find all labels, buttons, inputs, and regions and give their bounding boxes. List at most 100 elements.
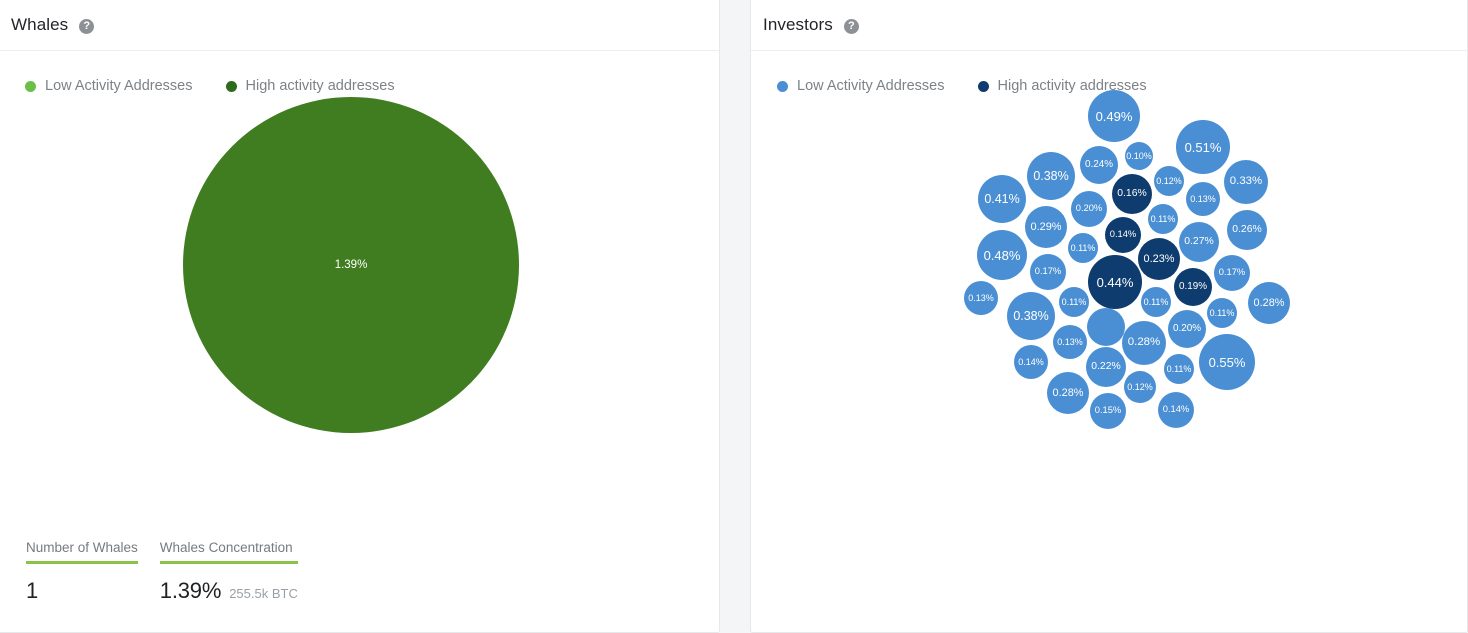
bubble-chart-canvas: 0.49% 0.51% 0.24% 0.10% 0.38% 0.12% 0.33% 0.41%…: [751, 94, 1467, 494]
bubble-label: 0.24%: [1085, 160, 1113, 170]
legend-item-high-activity[interactable]: High activity addresses: [226, 78, 395, 94]
whales-panel-header: Whales ?: [0, 0, 719, 51]
bubble[interactable]: 0.13%: [964, 281, 998, 315]
bubble-label: 0.41%: [984, 193, 1019, 205]
bubble-label: 0.26%: [1232, 225, 1261, 235]
bubble[interactable]: 0.11%: [1141, 287, 1171, 317]
whales-pie-chart: 1.39%: [0, 94, 719, 494]
bubble[interactable]: 0.14%: [1158, 392, 1194, 428]
legend-item-low-activity[interactable]: Low Activity Addresses: [25, 78, 193, 94]
legend-dot-low-activity: [25, 81, 36, 92]
bubble[interactable]: 0.29%: [1025, 206, 1067, 248]
bubble-label: 0.11%: [1151, 215, 1176, 224]
bubble[interactable]: 0.24%: [1080, 146, 1118, 184]
bubble-label: 0.20%: [1076, 204, 1103, 213]
bubble[interactable]: 0.14%: [1014, 345, 1048, 379]
bubble[interactable]: 0.17%: [1214, 255, 1250, 291]
bubble[interactable]: 0.20%: [1168, 310, 1206, 348]
bubble[interactable]: 0.14%: [1105, 217, 1141, 253]
bubble[interactable]: 0.16%: [1112, 174, 1152, 214]
bubble-label: 0.38%: [1033, 170, 1068, 182]
bubble-label: 0.13%: [1057, 338, 1083, 347]
bubble-label: 0.12%: [1156, 177, 1182, 186]
bubble-label: 0.12%: [1127, 383, 1153, 392]
bubble[interactable]: [1087, 308, 1125, 346]
page-title: Whales: [11, 15, 68, 35]
legend-dot-low-activity: [777, 81, 788, 92]
investors-panel: Investors ? Low Activity Addresses High …: [750, 0, 1468, 633]
stat-value: 1.39%: [160, 578, 221, 604]
stat-value-row: 1: [26, 578, 138, 604]
whales-panel: Whales ? Low Activity Addresses High act…: [0, 0, 720, 633]
bubble[interactable]: 0.13%: [1053, 325, 1087, 359]
bubble[interactable]: 0.44%: [1088, 255, 1142, 309]
bubble[interactable]: 0.19%: [1174, 268, 1212, 306]
bubble[interactable]: 0.48%: [977, 230, 1027, 280]
bubble-label: 0.11%: [1167, 365, 1192, 374]
bubble[interactable]: 0.26%: [1227, 210, 1267, 250]
bubble[interactable]: 0.11%: [1164, 354, 1194, 384]
bubble[interactable]: 0.51%: [1176, 120, 1230, 174]
bubble[interactable]: 0.28%: [1122, 321, 1166, 365]
stat-label: Whales Concentration: [160, 540, 298, 564]
bubble-label: 0.11%: [1210, 309, 1235, 318]
bubble[interactable]: 0.12%: [1124, 371, 1156, 403]
bubble[interactable]: 0.11%: [1207, 298, 1237, 328]
bubble[interactable]: 0.38%: [1027, 152, 1075, 200]
bubble[interactable]: 0.12%: [1154, 166, 1184, 196]
whales-legend: Low Activity Addresses High activity add…: [0, 51, 719, 94]
bubble-label: 0.38%: [1013, 310, 1048, 322]
bubble[interactable]: 0.15%: [1090, 393, 1126, 429]
bubble[interactable]: 0.10%: [1125, 142, 1153, 170]
bubble[interactable]: 0.23%: [1138, 238, 1180, 280]
bubble-label: 0.11%: [1071, 244, 1096, 253]
whales-stats: Number of Whales 1 Whales Concentration …: [26, 540, 320, 604]
legend-item-low-activity[interactable]: Low Activity Addresses: [777, 78, 945, 94]
bubble-label: 0.29%: [1031, 222, 1062, 233]
stat-value: 1: [26, 578, 38, 604]
legend-dot-high-activity: [226, 81, 237, 92]
bubble-label: 0.20%: [1173, 324, 1201, 334]
bubble[interactable]: 0.38%: [1007, 292, 1055, 340]
bubble[interactable]: 0.20%: [1071, 191, 1107, 227]
bubble[interactable]: 0.28%: [1248, 282, 1290, 324]
stat-label: Number of Whales: [26, 540, 138, 564]
bubble-label: 0.27%: [1184, 237, 1213, 247]
pie-slice[interactable]: 1.39%: [183, 97, 519, 433]
stat-subvalue: 255.5k BTC: [229, 586, 298, 601]
bubble-label: 0.28%: [1254, 298, 1285, 309]
stat-number-of-whales: Number of Whales 1: [26, 540, 138, 604]
legend-label-low-activity: Low Activity Addresses: [45, 78, 193, 94]
bubble-label: 0.14%: [1018, 358, 1044, 367]
bubble-label: 0.16%: [1117, 189, 1146, 199]
bubble-label: 0.10%: [1126, 152, 1152, 161]
bubble[interactable]: 0.17%: [1030, 254, 1066, 290]
bubble-label: 0.33%: [1230, 176, 1262, 187]
bubble[interactable]: 0.11%: [1059, 287, 1089, 317]
bubble-label: 0.15%: [1095, 406, 1122, 415]
bubble-label: 0.48%: [984, 249, 1021, 262]
bubble-label: 0.28%: [1053, 388, 1084, 399]
investors-legend: Low Activity Addresses High activity add…: [751, 51, 1467, 94]
bubble[interactable]: 0.13%: [1186, 182, 1220, 216]
bubble[interactable]: 0.22%: [1086, 347, 1126, 387]
bubble[interactable]: 0.11%: [1068, 233, 1098, 263]
bubble[interactable]: 0.49%: [1088, 90, 1140, 142]
bubble-label: 0.14%: [1163, 405, 1190, 414]
help-circle-icon[interactable]: ?: [79, 19, 94, 34]
bubble[interactable]: 0.11%: [1148, 204, 1178, 234]
bubble[interactable]: 0.41%: [978, 175, 1026, 223]
page-title: Investors: [763, 15, 833, 35]
bubble-label: 0.44%: [1097, 276, 1134, 289]
bubble[interactable]: 0.33%: [1224, 160, 1268, 204]
pie-slice-label: 1.39%: [335, 259, 368, 271]
bubble-label: 0.49%: [1096, 110, 1133, 123]
bubble-label: 0.11%: [1144, 298, 1169, 307]
bubble[interactable]: 0.27%: [1179, 222, 1219, 262]
bubble[interactable]: 0.28%: [1047, 372, 1089, 414]
bubble-label: 0.23%: [1144, 254, 1175, 265]
investors-panel-header: Investors ?: [751, 0, 1467, 51]
help-circle-icon[interactable]: ?: [844, 19, 859, 34]
bubble[interactable]: 0.55%: [1199, 334, 1255, 390]
bubble-label: 0.28%: [1128, 337, 1160, 348]
